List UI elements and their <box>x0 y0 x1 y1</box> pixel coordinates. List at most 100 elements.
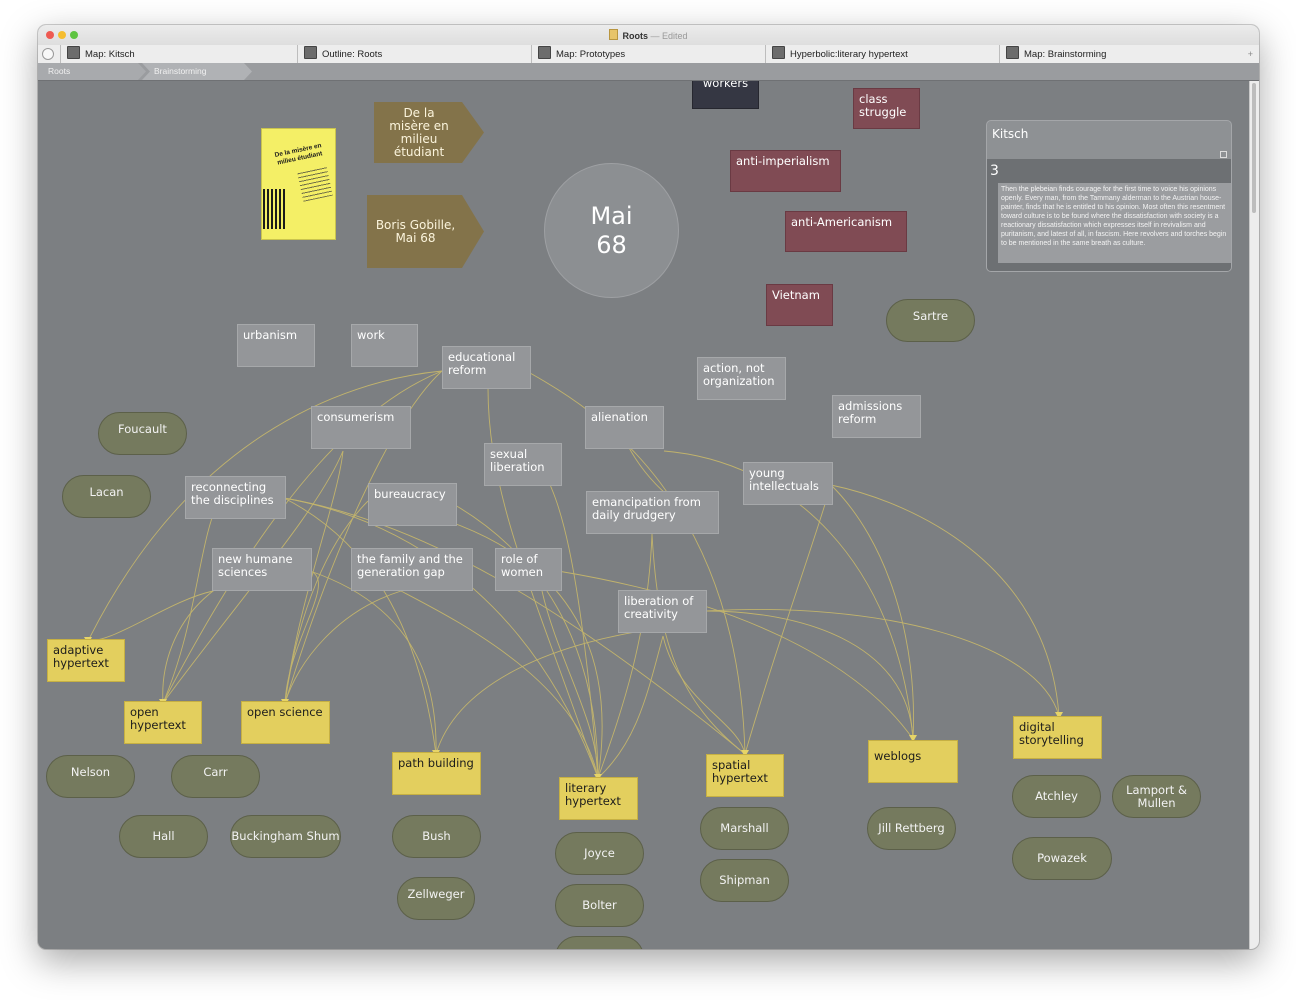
scrollbar-thumb[interactable] <box>1252 83 1256 213</box>
note-open-hypertext[interactable]: open hypertext <box>124 701 202 744</box>
note-nelson[interactable]: Nelson <box>46 755 135 798</box>
note-weblogs[interactable]: weblogs <box>868 740 958 783</box>
note-consumerism[interactable]: consumerism <box>311 406 411 449</box>
hyperbolic-icon <box>772 46 785 59</box>
map-icon <box>1006 46 1019 59</box>
note-role-of-women[interactable]: role of women <box>495 548 562 591</box>
note-joyce[interactable]: Joyce <box>555 832 644 875</box>
link <box>651 533 746 755</box>
note-educational-reform[interactable]: educational reform <box>442 346 531 389</box>
note-lacan[interactable]: Lacan <box>62 475 151 518</box>
note-liberation-of-creativity[interactable]: liberation of creativity <box>618 590 707 633</box>
note-workers[interactable]: workers <box>692 81 759 109</box>
tab-label: Map: Kitsch <box>85 49 135 60</box>
note-class-struggle[interactable]: class struggle <box>853 88 920 129</box>
link <box>400 590 599 779</box>
window-title-separator: — <box>650 31 660 41</box>
link <box>284 590 402 704</box>
note-bureaucracy[interactable]: bureaucracy <box>368 483 457 526</box>
breadcrumb: Roots Brainstorming <box>38 63 1259 81</box>
tab-home-button[interactable] <box>42 48 54 60</box>
kitsch-text: Then the plebeian finds courage for the … <box>998 183 1231 263</box>
tab-label: Map: Prototypes <box>556 49 626 60</box>
note-lamport-mullen[interactable]: Lamport & Mullen <box>1112 775 1201 818</box>
tab-outline-roots[interactable]: Outline: Roots <box>297 45 531 63</box>
note-digital-storytelling[interactable]: digital storytelling <box>1013 716 1102 759</box>
note-bolter[interactable]: Bolter <box>555 884 644 927</box>
note-hall[interactable]: Hall <box>119 815 208 858</box>
kitsch-title: Kitsch <box>992 127 1029 141</box>
kitsch-note-panel[interactable]: Kitsch 3 Then the plebeian finds courage… <box>986 120 1232 272</box>
link <box>662 635 746 755</box>
link <box>830 484 914 740</box>
note-reconnecting-the-disciplines[interactable]: reconnecting the disciplines <box>185 476 286 519</box>
breadcrumb-brainstorming[interactable]: Brainstorming <box>142 63 252 80</box>
book-cover-title: De la misère en milieu étudiant <box>274 142 323 167</box>
breadcrumb-roots[interactable]: Roots <box>38 63 146 80</box>
link <box>87 590 214 642</box>
note-path-building[interactable]: path building <box>392 752 481 795</box>
note-atchley[interactable]: Atchley <box>1012 775 1101 818</box>
note-jill-rettberg[interactable]: Jill Rettberg <box>867 807 956 850</box>
tab-label: Map: Brainstorming <box>1024 49 1107 60</box>
link <box>597 635 664 779</box>
tab-hyperbolic-literary-hypertext[interactable]: Hyperbolic:literary hypertext <box>765 45 999 63</box>
note-anti-americanism[interactable]: anti-Americanism <box>785 211 907 252</box>
tab-bar: Map: Kitsch Outline: Roots Map: Prototyp… <box>38 45 1259 64</box>
link <box>283 497 599 779</box>
note-adaptive-hypertext[interactable]: adaptive hypertext <box>47 639 125 682</box>
note-work[interactable]: work <box>351 324 418 367</box>
book-cover-text-lines <box>297 166 333 202</box>
note-foucault[interactable]: Foucault <box>98 412 187 455</box>
window-title: Roots — Edited <box>38 29 1259 41</box>
note-bush[interactable]: Bush <box>392 815 481 858</box>
title-bar: Roots — Edited <box>38 25 1259 46</box>
link <box>447 500 599 779</box>
note-carr[interactable]: Carr <box>171 755 260 798</box>
book-cover-graphic <box>263 189 285 229</box>
tab-map-brainstorming[interactable]: Map: Brainstorming <box>999 45 1244 63</box>
note-buckingham-shum[interactable]: Buckingham Shum <box>230 815 341 858</box>
note-literary-hypertext[interactable]: literary hypertext <box>559 777 638 820</box>
book-cover-image[interactable]: De la misère en milieu étudiant <box>261 128 336 240</box>
note-family-generation-gap[interactable]: the family and the generation gap <box>351 548 473 591</box>
note-alienation[interactable]: alienation <box>585 406 664 449</box>
note-spatial-hypertext[interactable]: spatial hypertext <box>706 754 784 797</box>
note-mai-68[interactable]: Mai 68 <box>544 163 679 298</box>
note-action-not-organization[interactable]: action, not organization <box>697 357 786 400</box>
map-icon <box>538 46 551 59</box>
link <box>705 609 1060 717</box>
note-powazek[interactable]: Powazek <box>1012 837 1112 880</box>
link <box>162 497 221 704</box>
note-sartre[interactable]: Sartre <box>886 299 975 342</box>
link <box>557 570 914 740</box>
tab-map-prototypes[interactable]: Map: Prototypes <box>531 45 765 63</box>
note-zellweger[interactable]: Zellweger <box>397 877 475 920</box>
tab-map-kitsch[interactable]: Map: Kitsch <box>60 45 297 63</box>
link <box>705 610 914 740</box>
kitsch-count: 3 <box>990 163 999 179</box>
note-boris-gobille[interactable]: Boris Gobille, Mai 68 <box>367 195 484 268</box>
note-de-la-misere[interactable]: De la misère en milieu étudiant <box>374 102 484 163</box>
window-title-name: Roots <box>622 31 648 41</box>
note-young-intellectuals[interactable]: young intellectuals <box>743 462 833 505</box>
note-vietnam[interactable]: Vietnam <box>766 284 833 326</box>
note-anti-imperialism[interactable]: anti-imperialism <box>730 150 841 192</box>
note-partial-offscreen[interactable] <box>555 936 644 949</box>
note-emancipation-from-daily-drudgery[interactable]: emancipation from daily drudgery <box>586 491 719 534</box>
note-open-science[interactable]: open science <box>241 701 330 744</box>
link <box>830 484 1060 717</box>
vertical-scrollbar[interactable] <box>1249 81 1259 949</box>
note-new-humane-sciences[interactable]: new humane sciences <box>212 548 312 591</box>
tab-label: Hyperbolic:literary hypertext <box>790 49 908 60</box>
note-admissions-reform[interactable]: admissions reform <box>832 395 921 438</box>
note-sexual-liberation[interactable]: sexual liberation <box>484 443 562 486</box>
document-icon <box>609 29 619 40</box>
note-marshall[interactable]: Marshall <box>700 807 789 850</box>
link <box>284 500 369 704</box>
resize-icon[interactable] <box>1220 151 1227 158</box>
map-canvas[interactable]: De la misère en milieu étudiant De la mi… <box>38 81 1250 949</box>
note-shipman[interactable]: Shipman <box>700 859 789 902</box>
add-tab-button[interactable]: + <box>1248 49 1253 59</box>
note-urbanism[interactable]: urbanism <box>237 324 315 367</box>
